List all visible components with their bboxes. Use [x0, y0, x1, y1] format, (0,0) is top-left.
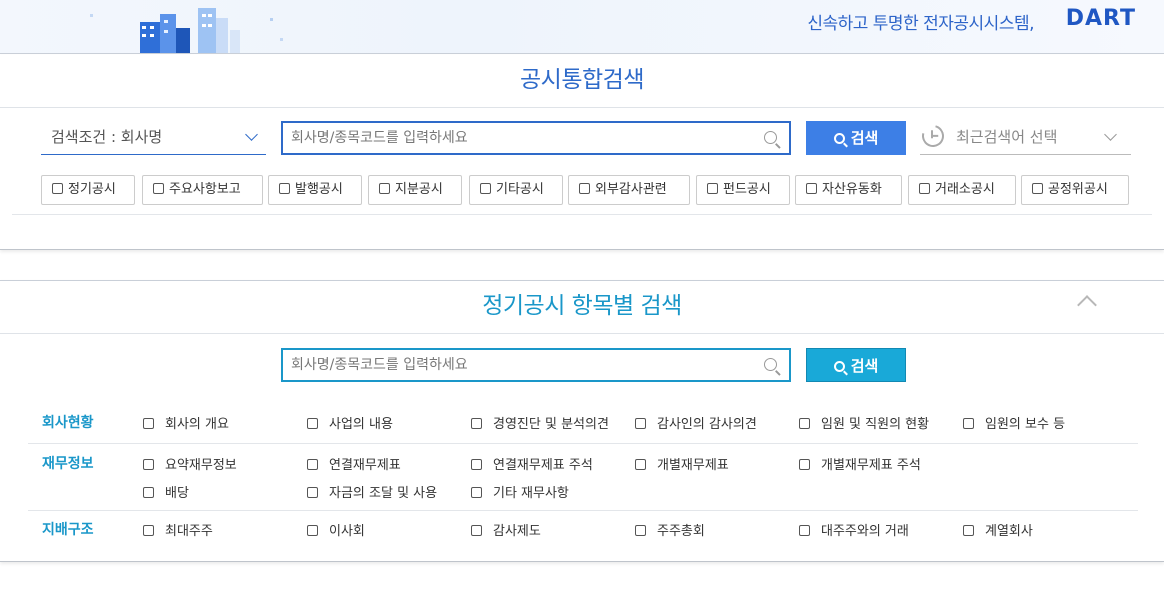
search-button-label: 검색 [850, 129, 879, 147]
item-checkbox[interactable]: 감사인의 감사의견 [635, 413, 757, 432]
integrated-search-input[interactable] [291, 128, 731, 148]
item-checkbox[interactable]: 기타 재무사항 [471, 482, 569, 501]
filter-other[interactable]: 기타공시 [469, 175, 563, 205]
integrated-search-title: 공시통합검색 [0, 55, 1164, 108]
item-checkbox[interactable]: 이사회 [307, 520, 365, 539]
checkbox-icon[interactable] [307, 418, 318, 429]
filter-major-report[interactable]: 주요사항보고 [142, 175, 263, 205]
integrated-search-button[interactable]: 검색 [806, 121, 906, 155]
integrated-search-section: 공시통합검색 검색조건 : 회사명 검색 최근검색어 선택 정기공시 주요사항보… [0, 55, 1164, 250]
dart-logo[interactable]: DART [1066, 6, 1136, 31]
checkbox-icon[interactable] [143, 459, 154, 470]
header-slogan: 신속하고 투명한 전자공시시스템, [807, 14, 1034, 34]
item-checkbox[interactable]: 경영진단 및 분석의견 [471, 413, 609, 432]
checkbox-icon[interactable] [963, 418, 974, 429]
filter-periodic[interactable]: 정기공시 [41, 175, 135, 205]
checkbox-icon[interactable] [635, 418, 646, 429]
checkbox-icon[interactable] [799, 459, 810, 470]
item-checkbox[interactable]: 배당 [143, 482, 189, 501]
checkbox-icon[interactable] [806, 183, 817, 194]
search-icon[interactable] [764, 358, 777, 371]
item-checkbox[interactable]: 최대주주 [143, 520, 213, 539]
checkbox-icon[interactable] [480, 183, 491, 194]
checkbox-icon[interactable] [963, 525, 974, 536]
item-checkbox[interactable]: 사업의 내용 [307, 413, 393, 432]
checkbox-icon[interactable] [143, 487, 154, 498]
periodic-search-box [281, 348, 791, 382]
item-checkbox[interactable]: 대주주와의 거래 [799, 520, 909, 539]
filter-asset-securitization[interactable]: 자산유동화 [795, 175, 902, 205]
item-checkbox[interactable]: 개별재무제표 주석 [799, 454, 921, 473]
filter-fund[interactable]: 펀드공시 [696, 175, 790, 205]
checkbox-icon[interactable] [379, 183, 390, 194]
checkbox-icon[interactable] [143, 525, 154, 536]
item-checkbox[interactable]: 임원의 보수 등 [963, 413, 1065, 432]
checkbox-icon[interactable] [307, 525, 318, 536]
item-checkbox[interactable]: 감사제도 [471, 520, 541, 539]
item-checkbox[interactable]: 임원 및 직원의 현황 [799, 413, 929, 432]
history-clock-icon [917, 120, 949, 152]
item-checkbox[interactable]: 연결재무제표 주석 [471, 454, 593, 473]
filter-ftc[interactable]: 공정위공시 [1021, 175, 1129, 205]
search-condition-select[interactable]: 검색조건 : 회사명 [41, 119, 266, 155]
checkbox-icon[interactable] [799, 525, 810, 536]
item-checkbox[interactable]: 개별재무제표 [635, 454, 729, 473]
checkbox-icon[interactable] [707, 183, 718, 194]
item-checkbox[interactable]: 요약재무정보 [143, 454, 237, 473]
recent-search-select[interactable]: 최근검색어 선택 [917, 119, 1131, 155]
filter-equity[interactable]: 지분공시 [368, 175, 462, 205]
filter-exchange[interactable]: 거래소공시 [908, 175, 1016, 205]
item-checkbox[interactable]: 주주총회 [635, 520, 705, 539]
category-label: 회사현황 [42, 415, 94, 431]
checkbox-icon[interactable] [307, 459, 318, 470]
checkbox-icon[interactable] [153, 183, 164, 194]
checkbox-icon[interactable] [471, 459, 482, 470]
periodic-item-search-section: 정기공시 항목별 검색 검색 회사현황 회사의 개요 사업의 내용 경영진단 및… [0, 280, 1164, 562]
item-checkbox[interactable]: 회사의 개요 [143, 413, 229, 432]
search-icon[interactable] [764, 131, 777, 144]
divider [12, 214, 1152, 215]
category-row-governance: 지배구조 최대주주 이사회 감사제도 주주총회 대주주와의 거래 계열회사 [28, 511, 1138, 551]
search-condition-label: 검색조건 : 회사명 [51, 128, 163, 146]
category-label: 재무정보 [42, 456, 94, 472]
integrated-search-box [281, 121, 791, 155]
checkbox-icon[interactable] [635, 459, 646, 470]
periodic-search-input[interactable] [291, 355, 731, 375]
chevron-down-icon [1104, 128, 1117, 141]
search-icon [833, 361, 845, 372]
top-header: 신속하고 투명한 전자공시시스템, DART [0, 0, 1164, 54]
checkbox-icon[interactable] [471, 418, 482, 429]
checkbox-icon[interactable] [919, 183, 930, 194]
chevron-down-icon [245, 128, 258, 141]
periodic-search-title: 정기공시 항목별 검색 [0, 281, 1164, 334]
category-label: 지배구조 [42, 522, 94, 538]
item-checkbox[interactable]: 자금의 조달 및 사용 [307, 482, 437, 501]
checkbox-icon[interactable] [635, 525, 646, 536]
checkbox-icon[interactable] [279, 183, 290, 194]
filter-external-audit[interactable]: 외부감사관련 [568, 175, 690, 205]
item-checkbox[interactable]: 계열회사 [963, 520, 1033, 539]
checkbox-icon[interactable] [307, 487, 318, 498]
item-checkbox[interactable]: 연결재무제표 [307, 454, 401, 473]
filter-issuance[interactable]: 발행공시 [268, 175, 362, 205]
checkbox-icon[interactable] [799, 418, 810, 429]
item-category-grid: 회사현황 회사의 개요 사업의 내용 경영진단 및 분석의견 감사인의 감사의견… [28, 399, 1138, 551]
category-row-company-status: 회사현황 회사의 개요 사업의 내용 경영진단 및 분석의견 감사인의 감사의견… [28, 399, 1138, 444]
checkbox-icon[interactable] [52, 183, 63, 194]
disclosure-type-filters: 정기공시 주요사항보고 발행공시 지분공시 기타공시 외부감사관련 펀드공시 자… [41, 175, 1131, 205]
checkbox-icon[interactable] [579, 183, 590, 194]
recent-search-label: 최근검색어 선택 [956, 128, 1058, 146]
checkbox-icon[interactable] [471, 487, 482, 498]
city-illustration-icon [90, 8, 283, 53]
search-icon [833, 133, 845, 144]
category-row-financial-info: 재무정보 요약재무정보 연결재무제표 연결재무제표 주석 개별재무제표 개별재무… [28, 444, 1138, 511]
checkbox-icon[interactable] [1032, 183, 1043, 194]
search-button-label: 검색 [850, 357, 879, 375]
checkbox-icon[interactable] [143, 418, 154, 429]
periodic-search-button[interactable]: 검색 [806, 348, 906, 382]
checkbox-icon[interactable] [471, 525, 482, 536]
